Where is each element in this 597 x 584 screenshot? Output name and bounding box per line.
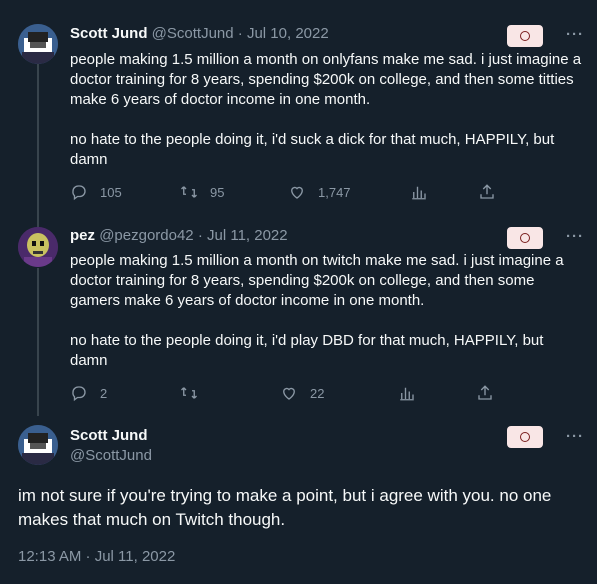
like-button[interactable]: 1,747 <box>288 182 351 202</box>
reply-icon <box>72 386 86 402</box>
retweet-icon <box>181 387 197 399</box>
share-button[interactable] <box>478 182 496 202</box>
like-button[interactable]: 22 <box>280 383 324 403</box>
circle-badge-button[interactable] <box>507 227 543 249</box>
tweet-paragraph: people making 1.5 million a month on onl… <box>70 51 582 108</box>
avatar[interactable] <box>18 24 58 64</box>
circle-badge-button[interactable] <box>507 25 543 47</box>
share-icon <box>478 385 492 400</box>
retweet-button[interactable] <box>180 383 210 403</box>
reply-button[interactable]: 2 <box>70 383 107 403</box>
reply-count: 2 <box>100 385 108 401</box>
circle-icon <box>520 432 530 442</box>
tweet-paragraph: no hate to the people doing it, i'd play… <box>70 332 544 369</box>
separator: · <box>197 227 203 244</box>
tweet-text: im not sure if you're trying to make a p… <box>18 486 552 529</box>
circle-badge-button[interactable] <box>507 426 543 448</box>
circle-icon <box>520 233 530 243</box>
retweet-button[interactable]: 95 <box>180 182 224 202</box>
user-handle[interactable]: @pezgordo42 <box>99 227 193 244</box>
reply-count: 105 <box>100 184 122 200</box>
circle-icon <box>520 31 530 41</box>
display-name[interactable]: Scott Jund <box>70 25 148 42</box>
avatar[interactable] <box>18 425 58 465</box>
tweet-paragraph: no hate to the people doing it, i'd suck… <box>70 131 555 168</box>
tweet-date[interactable]: Jul 11, 2022 <box>207 227 288 244</box>
like-count: 1,747 <box>318 184 351 200</box>
reply-icon <box>72 185 86 201</box>
display-name[interactable]: pez <box>70 227 95 244</box>
avatar[interactable] <box>18 227 58 267</box>
reply-button[interactable]: 105 <box>70 182 122 202</box>
tweet-text: people making 1.5 million a month on onl… <box>70 50 585 170</box>
thread-line <box>37 268 39 416</box>
thread-line <box>37 62 39 227</box>
more-icon[interactable]: ··· <box>566 428 584 445</box>
display-name[interactable]: Scott Jund <box>70 426 148 446</box>
user-handle[interactable]: @ScottJund <box>70 446 152 466</box>
views-button[interactable] <box>410 182 428 202</box>
tweet-text: people making 1.5 million a month on twi… <box>70 251 585 371</box>
retweet-count: 95 <box>210 184 225 200</box>
separator: · <box>237 25 243 42</box>
like-icon <box>283 387 295 400</box>
more-icon[interactable]: ··· <box>566 228 584 245</box>
views-icon <box>400 387 414 401</box>
user-handle[interactable]: @ScottJund <box>152 25 234 42</box>
views-button[interactable] <box>398 383 416 403</box>
tweet-actions: 2 22 <box>70 383 500 403</box>
retweet-icon <box>181 186 197 198</box>
tweet-actions: 105 95 1,747 <box>70 182 500 202</box>
tweet-timestamp[interactable]: 12:13 AM · Jul 11, 2022 <box>18 548 175 565</box>
views-icon <box>412 186 426 200</box>
like-count: 22 <box>310 385 325 401</box>
share-button[interactable] <box>476 383 494 403</box>
like-icon <box>291 186 303 199</box>
share-icon <box>480 184 494 199</box>
tweet-date[interactable]: Jul 10, 2022 <box>247 25 329 42</box>
more-icon[interactable]: ··· <box>566 26 584 43</box>
tweet-paragraph: people making 1.5 million a month on twi… <box>70 252 564 309</box>
